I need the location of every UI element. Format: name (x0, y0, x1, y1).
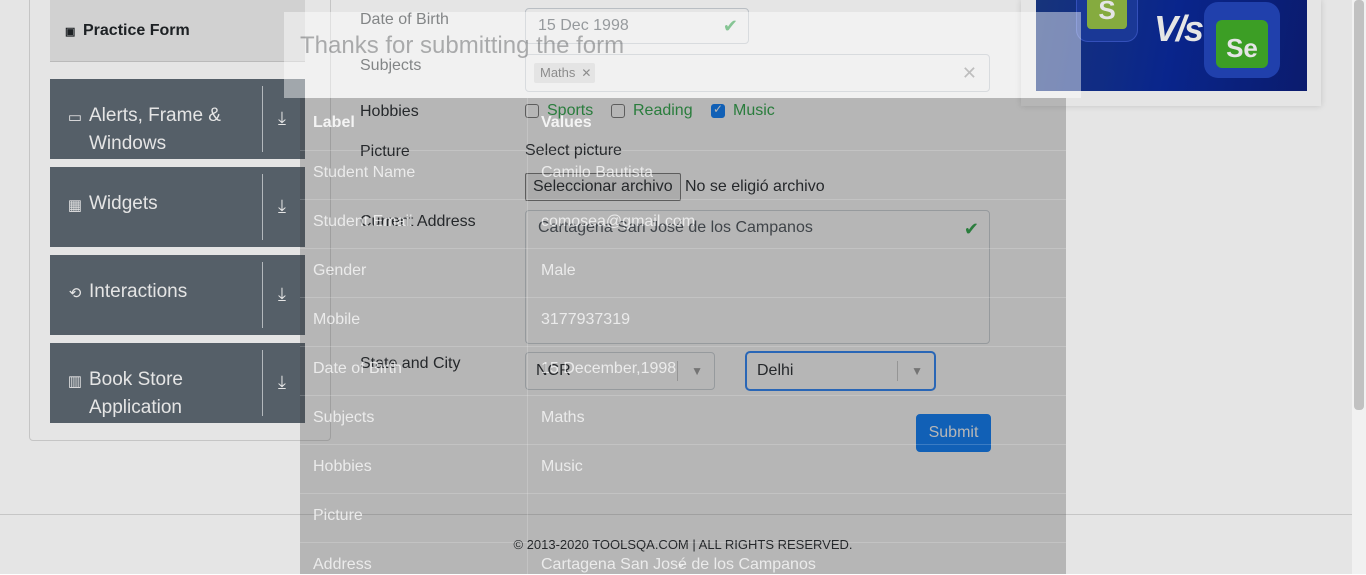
table-cell-value: Maths (541, 409, 585, 426)
table-cell-value: comosea@gmail.com (541, 213, 696, 230)
table-cell-label: Gender (313, 262, 367, 279)
table-cell-label: Mobile (313, 311, 361, 328)
table-cell-value: Camilo Bautista (541, 164, 654, 181)
table-row-divider (300, 248, 1066, 249)
table-cell-label: Date of Birth (313, 360, 402, 377)
table-header-label: Label (313, 114, 355, 131)
table-header-values: Values (541, 114, 592, 131)
table-cell-value: 3177937319 (541, 311, 630, 328)
chevron-down-icon: ⌄ (676, 556, 687, 570)
table-cell-label: Subjects (313, 409, 375, 426)
table-row-divider (300, 542, 1066, 543)
modal-title: Thanks for submitting the form (300, 32, 625, 59)
table-cell-label: Picture (313, 507, 363, 524)
table-row-divider (300, 346, 1066, 347)
table-cell-value: 15 December,1998 (541, 360, 677, 377)
table-row-divider (300, 444, 1066, 445)
table-row-divider (300, 493, 1066, 494)
table-cell-label: Address (313, 556, 372, 573)
table-divider (527, 98, 528, 574)
table-cell-value: Music (541, 458, 583, 475)
scrollbar-thumb[interactable] (1354, 0, 1364, 410)
table-row-divider (300, 395, 1066, 396)
table-cell-value: Male (541, 262, 576, 279)
table-cell-label: Student Email (313, 213, 413, 230)
table-row-divider (300, 297, 1066, 298)
table-cell-label: Student Name (313, 164, 416, 181)
table-cell-label: Hobbies (313, 458, 372, 475)
table-row-divider (300, 199, 1066, 200)
table-row-divider (300, 150, 1066, 151)
